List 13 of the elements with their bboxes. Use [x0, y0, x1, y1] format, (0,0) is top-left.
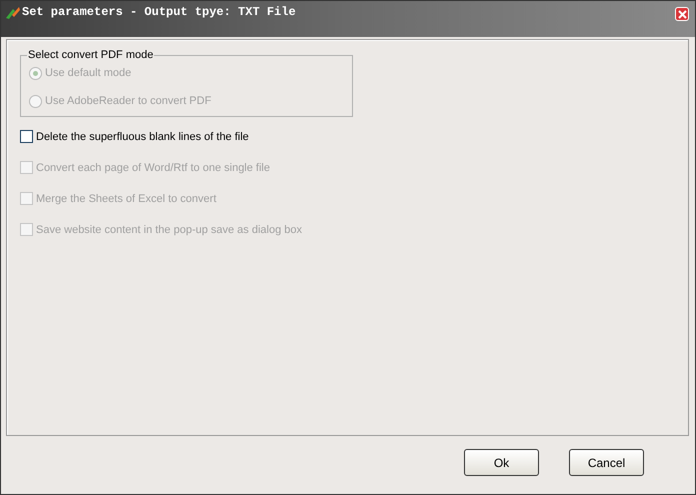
checkbox[interactable]: [20, 130, 33, 143]
logo-icon: [5, 6, 21, 20]
checkbox-label: Delete the superfluous blank lines of the file: [36, 130, 249, 142]
group-label: Select convert PDF mode: [27, 49, 154, 61]
checkbox-label: Convert each page of Word/Rtf to one single file: [36, 162, 270, 174]
close-button[interactable]: [675, 7, 689, 21]
ok-button[interactable]: Ok: [464, 449, 539, 476]
radio-label: Use default mode: [45, 67, 132, 79]
radio-label: Use AdobeReader to convert PDF: [45, 95, 212, 107]
window-title: Set parameters - Output tpye: TXT File: [22, 5, 296, 19]
checkbox-label: Save website content in the pop-up save as dialog box: [36, 224, 302, 236]
checkbox-label: Merge the Sheets of Excel to convert: [36, 192, 216, 204]
cancel-button[interactable]: Cancel: [569, 449, 644, 476]
